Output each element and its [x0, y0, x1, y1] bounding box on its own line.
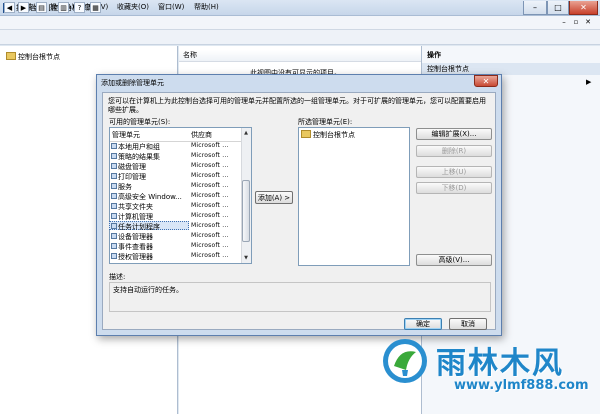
snapin-row-vendor: Microsoft ...	[191, 192, 229, 199]
available-snapins-label: 可用的管理单元(S):	[109, 118, 171, 126]
snapin-row-name[interactable]: 磁盘管理	[118, 162, 146, 172]
snapin-row-name[interactable]: 事件查看器	[118, 242, 153, 252]
snapin-icon	[111, 203, 117, 209]
remove-button[interactable]: 删除(R)	[416, 145, 492, 157]
snapin-icon	[111, 183, 117, 189]
scrollbar-thumb[interactable]	[242, 180, 250, 242]
snapin-row-vendor: Microsoft ...	[191, 182, 229, 189]
tree-root-label: 控制台根节点	[18, 53, 60, 61]
column-header-name[interactable]: 名称	[179, 50, 421, 62]
snapin-row-name[interactable]: 服务	[118, 182, 132, 192]
help-icon[interactable]: ?	[74, 2, 85, 13]
edit-extensions-button[interactable]: 编辑扩展(X)...	[416, 128, 492, 140]
snapin-row-name[interactable]: 任务计划程序	[118, 222, 160, 232]
show-tree-icon[interactable]: ▤	[36, 2, 47, 13]
watermark-text: 雨林木风	[436, 346, 564, 381]
selected-snapins-list[interactable]	[298, 127, 410, 266]
dialog-description: 您可以在计算机上为此控制台选择可用的管理单元并配置所选的一组管理单元。对于可扩展…	[108, 97, 486, 114]
snapin-icon	[111, 213, 117, 219]
scroll-up-arrow-icon[interactable]: ▲	[242, 129, 250, 137]
forward-arrow-icon[interactable]: ▶	[18, 2, 29, 13]
menu-help[interactable]: 帮助(H)	[194, 2, 219, 12]
snapin-icon	[111, 253, 117, 259]
menu-favorites[interactable]: 收藏夹(O)	[117, 2, 149, 12]
close-button[interactable]: ✕	[569, 1, 598, 15]
snapin-row-name[interactable]: 授权管理器	[118, 252, 153, 262]
ok-button[interactable]: 确定	[404, 318, 442, 330]
export-list-icon[interactable]: ▥	[58, 2, 69, 13]
snapin-row-name[interactable]: 计算机管理	[118, 212, 153, 222]
snapin-row-vendor: Microsoft ...	[191, 152, 229, 159]
snapin-icon	[111, 223, 117, 229]
snapin-icon	[111, 143, 117, 149]
advanced-button[interactable]: 高级(V)...	[416, 254, 492, 266]
menu-window[interactable]: 窗口(W)	[158, 2, 184, 12]
snapin-icon	[111, 243, 117, 249]
snapin-icon	[111, 153, 117, 159]
snapin-row-name[interactable]: 共享文件夹	[118, 202, 153, 212]
snapin-row-vendor: Microsoft ...	[191, 222, 229, 229]
maximize-button[interactable]: □	[547, 1, 569, 15]
menu-bar	[0, 16, 600, 30]
more-actions-arrow-icon[interactable]: ▶	[586, 78, 591, 86]
snapin-icon	[111, 233, 117, 239]
selected-snapins-label: 所选管理单元(E):	[298, 118, 353, 126]
selected-snapin-item[interactable]: 控制台根节点	[301, 130, 355, 140]
watermark-url: www.ylmf888.com	[454, 378, 589, 393]
snapin-row-name[interactable]: 策略的结果集	[118, 152, 160, 162]
dialog-close-button[interactable]: ✕	[474, 75, 498, 87]
snapin-row-name[interactable]: 设备管理器	[118, 232, 153, 242]
column-header-vendor[interactable]: 供应商	[191, 130, 212, 141]
snapin-row-vendor: Microsoft ...	[191, 142, 229, 149]
snapin-row-vendor: Microsoft ...	[191, 242, 229, 249]
selected-snapin-label: 控制台根节点	[313, 131, 355, 139]
tree-root-node[interactable]: 控制台根节点	[6, 52, 60, 62]
move-up-button[interactable]: 上移(U)	[416, 166, 492, 178]
description-label: 描述:	[109, 273, 126, 281]
scroll-down-arrow-icon[interactable]: ▼	[242, 254, 250, 262]
folder-icon	[6, 52, 16, 60]
dialog-title: 添加或删除管理单元	[101, 79, 164, 87]
watermark-logo-icon	[383, 339, 427, 383]
mdi-close-button[interactable]: ✕	[583, 18, 593, 28]
minimize-button[interactable]: –	[523, 1, 547, 15]
column-header-snapin[interactable]: 管理单元	[112, 130, 140, 141]
snapin-row-vendor: Microsoft ...	[191, 172, 229, 179]
snapin-row-vendor: Microsoft ...	[191, 252, 229, 259]
folder-icon	[301, 130, 311, 138]
snapin-icon	[111, 163, 117, 169]
snapin-row-name[interactable]: 打印管理	[118, 172, 146, 182]
show-action-pane-icon[interactable]: ▦	[90, 2, 101, 13]
snapin-row-vendor: Microsoft ...	[191, 202, 229, 209]
mdi-minimize-button[interactable]: –	[559, 18, 569, 28]
cancel-button[interactable]: 取消	[449, 318, 487, 330]
snapin-row-name[interactable]: 本地用户和组	[118, 142, 160, 152]
snapin-icon	[111, 173, 117, 179]
snapin-row-vendor: Microsoft ...	[191, 232, 229, 239]
snapin-icon	[111, 193, 117, 199]
mdi-restore-button[interactable]: ▫	[571, 18, 581, 28]
add-snapin-button[interactable]: 添加(A) >	[255, 191, 293, 204]
back-arrow-icon[interactable]: ◀	[4, 2, 15, 13]
action-pane-title: 操作	[427, 51, 441, 59]
snapin-row-name[interactable]: 高级安全 Window...	[118, 192, 182, 202]
snapin-row-vendor: Microsoft ...	[191, 162, 229, 169]
description-box: 支持自动运行的任务。	[109, 282, 491, 312]
snapin-row-vendor: Microsoft ...	[191, 212, 229, 219]
move-down-button[interactable]: 下移(D)	[416, 182, 492, 194]
toolbar	[0, 30, 600, 45]
